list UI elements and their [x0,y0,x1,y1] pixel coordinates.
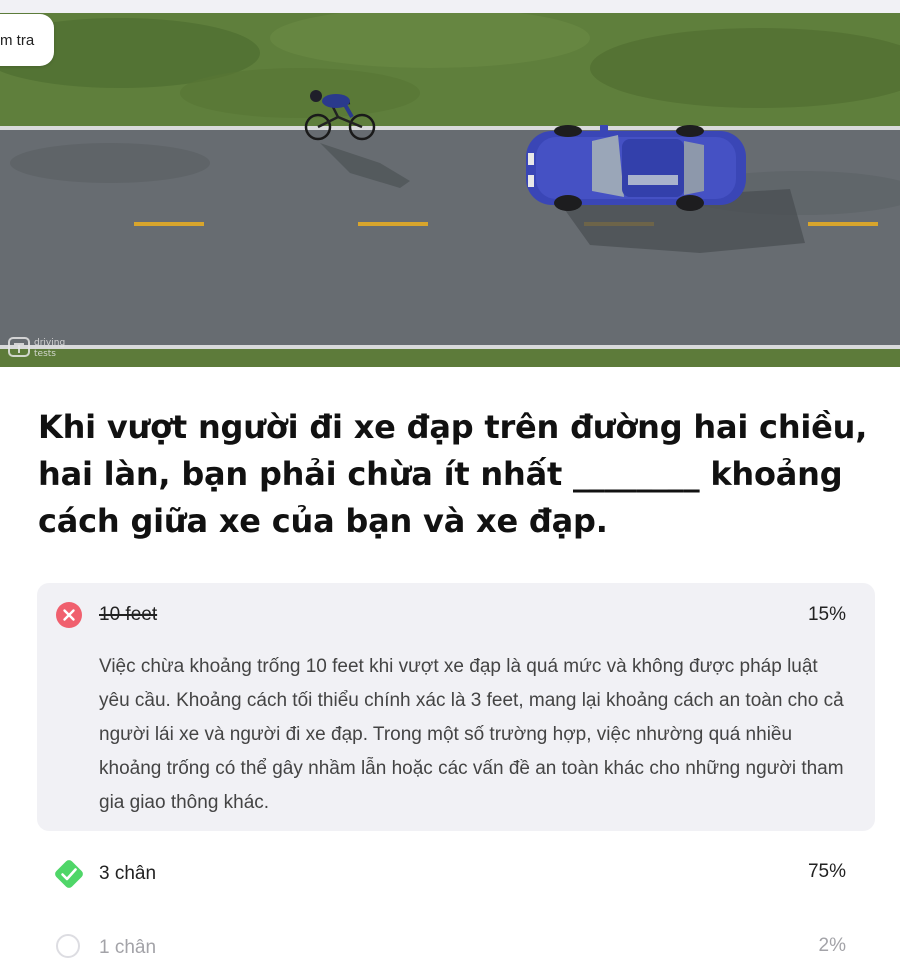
watermark-line2: tests [34,349,56,359]
answer-percent: 15% [807,604,846,625]
answer-label: 3 chân [99,863,157,884]
test-mode-pill[interactable]: m tra [0,14,55,66]
road-scene-illustration: driving tests [0,13,900,367]
answer-percent: 75% [807,861,846,882]
quiz-page: driving tests m tra Khi vượt người đi xe… [0,0,900,980]
answer-explanation: Việc chừa khoảng trống 10 feet khi vượt … [99,656,844,813]
check-diamond-icon [55,860,83,888]
question-image: driving tests [0,13,900,367]
answer-percent: 2% [818,935,846,956]
top-strip [0,0,900,13]
question-text: Khi vượt người đi xe đạp trên đường hai … [38,408,868,540]
watermark-line1: driving [34,338,65,348]
answer-label: 1 chân [99,937,157,958]
empty-circle-icon [56,934,80,958]
test-mode-label: m tra [0,31,35,49]
answer-label: 10 feet [99,604,158,625]
x-circle-icon [56,602,82,628]
